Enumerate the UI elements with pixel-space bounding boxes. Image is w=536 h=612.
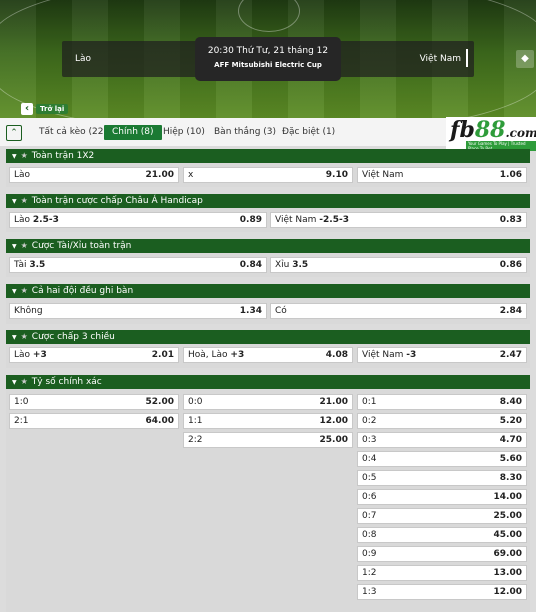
- odds-cell[interactable]: Xỉu 3.5 0.86: [270, 257, 527, 273]
- odds-cell[interactable]: Việt Nam -3 2.47: [357, 347, 527, 363]
- collapse-all-icon[interactable]: ⌃: [6, 125, 22, 141]
- section-header-btts[interactable]: ▼ ★ Cả hai đội đều ghi bàn: [6, 284, 530, 298]
- section-body-btts: Không 1.34 Có 2.84: [6, 298, 530, 324]
- tab-special[interactable]: Đặc biệt (1): [278, 125, 339, 140]
- odds-cell[interactable]: Lào 21.00: [9, 167, 179, 183]
- pin-icon[interactable]: ◆: [516, 50, 534, 68]
- tab-main[interactable]: Chính (8): [104, 125, 162, 140]
- match-info: 20:30 Thứ Tư, 21 tháng 12 AFF Mitsubishi…: [195, 37, 341, 81]
- fb88-logo: fb88.com Your Games To Play | Trusted Pl…: [446, 117, 536, 151]
- odds-cell[interactable]: 0:1 8.40: [357, 394, 527, 410]
- collapse-triangle-icon: ▼: [12, 243, 17, 250]
- section-header-1x2[interactable]: ▼ ★ Toàn trận 1X2: [6, 149, 530, 163]
- collapse-triangle-icon: ▼: [12, 334, 17, 341]
- odds-cell[interactable]: 1:2 13.00: [357, 565, 527, 581]
- collapse-triangle-icon: ▼: [12, 153, 17, 160]
- odds-cell[interactable]: Có 2.84: [270, 303, 527, 319]
- match-header: Lào Việt Nam 20:30 Thứ Tư, 21 tháng 12 A…: [0, 0, 536, 118]
- odds-cell[interactable]: 0:0 21.00: [183, 394, 353, 410]
- section-body-1x2: Lào 21.00 x 9.10 Việt Nam 1.06: [6, 163, 530, 187]
- odds-cell[interactable]: 0:3 4.70: [357, 432, 527, 448]
- match-time: 20:30 Thứ Tư, 21 tháng 12: [207, 46, 329, 56]
- tab-half[interactable]: Hiệp (10): [159, 125, 209, 140]
- odds-cell[interactable]: 0:8 45.00: [357, 527, 527, 543]
- back-arrow-icon[interactable]: ‹: [21, 103, 33, 115]
- section-header-correct-score[interactable]: ▼ ★ Tỷ số chính xác: [6, 375, 530, 389]
- collapse-triangle-icon: ▼: [12, 198, 17, 205]
- star-icon[interactable]: ★: [21, 194, 28, 208]
- odds-cell[interactable]: 1:3 12.00: [357, 584, 527, 600]
- star-icon[interactable]: ★: [21, 330, 28, 344]
- odds-cell[interactable]: 0:7 25.00: [357, 508, 527, 524]
- star-icon[interactable]: ★: [21, 239, 28, 253]
- section-body-3way: Lào +3 2.01 Hoà, Lào +3 4.08 Việt Nam -3 2.…: [6, 344, 530, 368]
- back-button[interactable]: Trở lại: [36, 104, 69, 114]
- section-body-over-under: Tài 3.5 0.84 Xỉu 3.5 0.86: [6, 253, 530, 277]
- away-team: Việt Nam: [419, 54, 461, 64]
- match-league: AFF Mitsubishi Electric Cup: [214, 61, 322, 69]
- home-team: Lào: [75, 54, 92, 64]
- section-body-correct-score: 1:0 52.00 2:1 64.00 0:0 21.00 1:1 12.00 2:2 2…: [6, 389, 530, 612]
- odds-cell[interactable]: Tài 3.5 0.84: [9, 257, 267, 273]
- section-body-handicap: Lào 2.5-3 0.89 Việt Nam -2.5-3 0.83: [6, 208, 530, 232]
- odds-cell[interactable]: 0:9 69.00: [357, 546, 527, 562]
- odds-cell[interactable]: Lào 2.5-3 0.89: [9, 212, 267, 228]
- section-header-over-under[interactable]: ▼ ★ Cược Tài/Xỉu toàn trận: [6, 239, 530, 253]
- tab-goals[interactable]: Bàn thắng (3): [210, 125, 280, 140]
- odds-cell[interactable]: 1:1 12.00: [183, 413, 353, 429]
- odds-cell[interactable]: 0:5 8.30: [357, 470, 527, 486]
- odds-cell[interactable]: Không 1.34: [9, 303, 267, 319]
- section-header-3way[interactable]: ▼ ★ Cược chấp 3 chiều: [6, 330, 530, 344]
- star-icon[interactable]: ★: [21, 284, 28, 298]
- collapse-triangle-icon: ▼: [12, 379, 17, 386]
- odds-cell[interactable]: x 9.10: [183, 167, 353, 183]
- odds-cell[interactable]: Lào +3 2.01: [9, 347, 179, 363]
- odds-cell[interactable]: Việt Nam -2.5-3 0.83: [270, 212, 527, 228]
- odds-cell[interactable]: 1:0 52.00: [9, 394, 179, 410]
- section-header-handicap[interactable]: ▼ ★ Toàn trận cược chấp Châu Á Handicap: [6, 194, 530, 208]
- odds-cell[interactable]: Việt Nam 1.06: [357, 167, 527, 183]
- tab-all[interactable]: Tất cả kèo (22): [35, 125, 111, 140]
- away-indicator: [466, 49, 468, 67]
- odds-cell[interactable]: Hoà, Lào +3 4.08: [183, 347, 353, 363]
- odds-cell[interactable]: 0:4 5.60: [357, 451, 527, 467]
- odds-cell[interactable]: 2:1 64.00: [9, 413, 179, 429]
- star-icon[interactable]: ★: [21, 149, 28, 163]
- collapse-triangle-icon: ▼: [12, 288, 17, 295]
- odds-cell[interactable]: 0:2 5.20: [357, 413, 527, 429]
- odds-cell[interactable]: 2:2 25.00: [183, 432, 353, 448]
- star-icon[interactable]: ★: [21, 375, 28, 389]
- odds-cell[interactable]: 0:6 14.00: [357, 489, 527, 505]
